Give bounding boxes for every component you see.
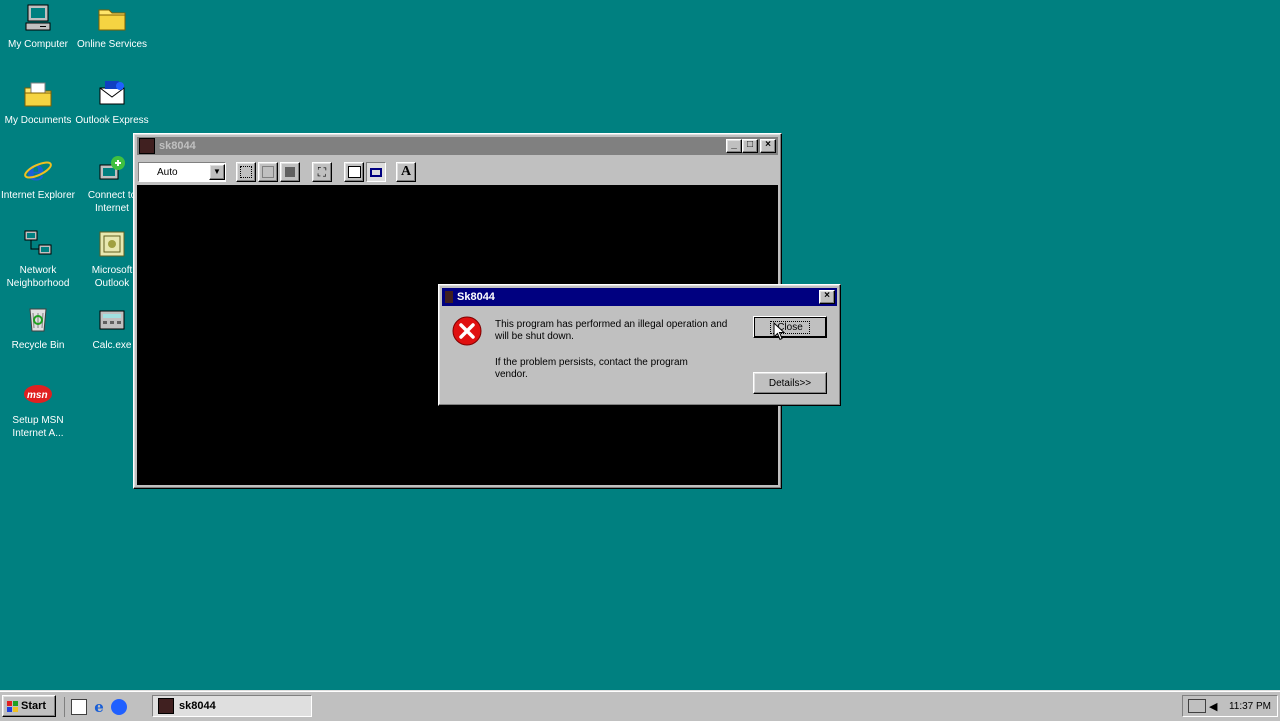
start-label: Start [21, 700, 47, 712]
properties-tool-button[interactable] [344, 162, 364, 182]
connect-icon [96, 153, 128, 185]
font-size-value: Auto [157, 166, 178, 178]
font-tool-button[interactable]: A [396, 162, 416, 182]
dialog-close-button[interactable]: × [819, 290, 835, 304]
desktop-icon-network-neighborhood[interactable]: Network Neighborhood [0, 228, 76, 290]
desktop-icon-online-services[interactable]: Online Services [74, 2, 150, 51]
desktop-icon-label: Setup MSN Internet A... [12, 415, 64, 439]
error-icon [452, 316, 482, 346]
task-label: sk8044 [179, 700, 216, 712]
mouse-cursor-icon [773, 321, 786, 344]
desktop-icon-my-documents[interactable]: My Documents [0, 78, 76, 127]
taskbar-task-sk8044[interactable]: sk8044 [152, 695, 312, 717]
speaker-tray-icon[interactable]: ◀ [1209, 700, 1217, 713]
outlook-icon [96, 228, 128, 260]
error-dialog-titlebar[interactable]: Sk8044 × [442, 288, 837, 306]
recycle-bin-icon [22, 303, 54, 335]
folder-icon [96, 2, 128, 34]
calculator-icon [96, 303, 128, 335]
app-icon [445, 291, 453, 303]
desktop-icon-label: Internet Explorer [1, 190, 75, 201]
close-window-button[interactable]: × [760, 139, 776, 153]
font-icon: A [400, 164, 412, 179]
desktop-icon-label: Outlook Express [75, 115, 149, 126]
close-button[interactable]: Close [753, 316, 827, 338]
network-tray-icon[interactable] [1188, 699, 1206, 713]
svg-text:msn: msn [27, 390, 48, 401]
quick-launch: e [64, 697, 127, 717]
background-tool-button[interactable] [366, 162, 386, 182]
network-icon [22, 228, 54, 260]
error-dialog-title: Sk8044 [457, 291, 495, 303]
desktop-icon-label: My Documents [4, 115, 72, 126]
fullscreen-icon: ⛶ [317, 164, 327, 179]
close-icon: × [765, 139, 771, 150]
system-tray: ◀ 11:37 PM [1182, 695, 1278, 717]
details-button-label: Details>> [768, 377, 812, 389]
fullscreen-tool-button[interactable]: ⛶ [312, 162, 332, 182]
internet-explorer-icon[interactable]: e [91, 699, 107, 715]
font-size-select[interactable]: Auto ▼ [138, 162, 226, 182]
copy-icon [262, 166, 274, 178]
main-window-titlebar[interactable]: sk8044 _ □ × [137, 137, 778, 155]
background-icon [370, 167, 382, 177]
paste-tool-button[interactable] [280, 162, 300, 182]
select-rect-icon [240, 166, 252, 178]
documents-folder-icon [22, 78, 54, 110]
error-hint: If the problem persists, contact the pro… [495, 357, 688, 380]
copy-tool-button[interactable] [258, 162, 278, 182]
properties-icon [347, 166, 361, 178]
show-desktop-icon[interactable] [71, 699, 87, 715]
taskbar: Start e sk8044 ◀ 11:37 PM [0, 690, 1280, 721]
clock[interactable]: 11:37 PM [1229, 701, 1271, 712]
desktop-icon-outlook-express[interactable]: Outlook Express [74, 78, 150, 127]
desktop-icon-recycle-bin[interactable]: Recycle Bin [0, 303, 76, 352]
outlook-express-icon [96, 78, 128, 110]
main-window-title: sk8044 [159, 140, 196, 152]
desktop-icon-setup-msn[interactable]: msn Setup MSN Internet A... [0, 378, 76, 440]
close-icon: × [824, 290, 830, 301]
computer-icon [22, 2, 54, 34]
desktop-icon-my-computer[interactable]: My Computer [0, 2, 76, 51]
error-message: This program has performed an illegal op… [495, 319, 728, 342]
msn-icon: msn [22, 378, 54, 410]
start-button[interactable]: Start [2, 695, 56, 717]
internet-explorer-icon: e [22, 153, 54, 187]
mark-tool-button[interactable] [236, 162, 256, 182]
app-icon [158, 698, 174, 714]
desktop-icon-label: My Computer [7, 39, 68, 50]
maximize-button[interactable]: □ [742, 139, 758, 153]
desktop-icon-label: Online Services [76, 39, 148, 50]
error-dialog[interactable]: Sk8044 × This program has performed an i… [438, 284, 841, 406]
windows-logo-icon [7, 700, 18, 712]
minimize-icon: _ [731, 139, 737, 150]
outlook-express-icon[interactable] [111, 699, 127, 715]
desktop-icon-label: Network Neighborhood [6, 265, 70, 289]
chevron-down-icon[interactable]: ▼ [209, 164, 225, 180]
maximize-icon: □ [746, 139, 754, 150]
minimize-button[interactable]: _ [726, 139, 742, 153]
app-icon [139, 138, 155, 154]
details-button[interactable]: Details>> [753, 372, 827, 394]
paste-icon [285, 167, 295, 177]
desktop-icon-internet-explorer[interactable]: e Internet Explorer [0, 153, 76, 202]
desktop-icon-label: Recycle Bin [11, 340, 65, 351]
